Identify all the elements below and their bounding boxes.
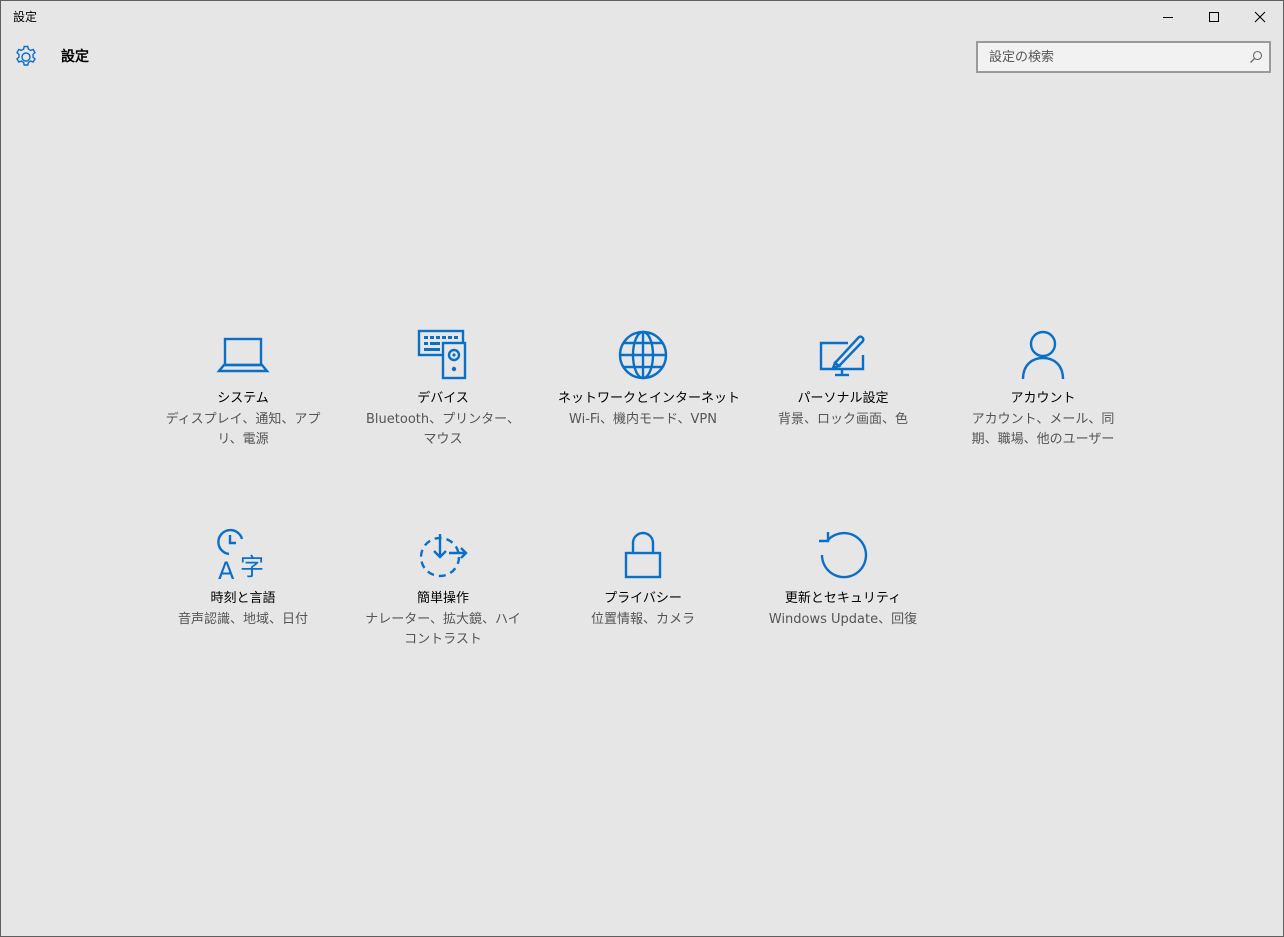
- tile-name: アカウント: [1010, 391, 1076, 406]
- maximize-icon: [1209, 12, 1219, 22]
- tile-accounts[interactable]: アカウント アカウント、メール、同期、職場、他のユーザー: [958, 327, 1128, 450]
- tile-name: パーソナル設定: [797, 391, 889, 406]
- tile-ease-of-access[interactable]: 簡単操作 ナレーター、拡大鏡、ハイコントラスト: [358, 527, 528, 650]
- close-icon: [1254, 11, 1266, 23]
- tile-description: Wi-Fi、機内モード、VPN: [569, 412, 717, 427]
- tile-name: 更新とセキュリティ: [784, 591, 902, 606]
- tile-privacy[interactable]: プライバシー 位置情報、カメラ: [558, 527, 728, 630]
- tile-name: デバイス: [417, 391, 469, 406]
- maximize-button[interactable]: [1191, 1, 1237, 33]
- laptop-icon: [216, 337, 270, 373]
- tile-devices[interactable]: デバイス Bluetooth、プリンター、マウス: [358, 327, 528, 450]
- tile-description: Bluetooth、プリンター、マウス: [366, 412, 520, 447]
- tile-name: プライバシー: [604, 591, 682, 606]
- tile-personalization[interactable]: パーソナル設定 背景、ロック画面、色: [758, 327, 928, 430]
- search-icon[interactable]: [1249, 50, 1263, 64]
- page-title: 設定: [61, 49, 89, 65]
- minimize-icon: [1163, 17, 1173, 18]
- tile-time-language[interactable]: A 字 時刻と言語 音声認識、地域、日付: [158, 527, 328, 630]
- person-icon: [1021, 330, 1065, 380]
- tile-system[interactable]: システム ディスプレイ、通知、アプリ、電源: [158, 327, 328, 450]
- svg-text:字: 字: [240, 553, 264, 581]
- tile-network[interactable]: ネットワークとインターネット Wi-Fi、機内モード、VPN: [558, 327, 741, 430]
- devices-icon: [417, 329, 467, 380]
- gear-icon: [16, 45, 36, 66]
- tile-description: アカウント、メール、同期、職場、他のユーザー: [971, 412, 1115, 447]
- minimize-button[interactable]: [1145, 1, 1191, 33]
- title-bar[interactable]: 設定: [1, 1, 1283, 33]
- svg-text:A: A: [218, 557, 235, 583]
- search-box[interactable]: [976, 41, 1271, 73]
- update-icon: [819, 531, 868, 579]
- ease-of-access-icon: [419, 534, 468, 578]
- tile-description: 音声認識、地域、日付: [177, 612, 308, 627]
- time-language-icon: A 字: [217, 528, 264, 583]
- tile-name: 時刻と言語: [210, 591, 276, 606]
- tile-description: Windows Update、回復: [768, 612, 918, 627]
- tile-update-security[interactable]: 更新とセキュリティ Windows Update、回復: [758, 527, 928, 630]
- globe-icon: [618, 330, 668, 380]
- window-title: 設定: [13, 10, 38, 24]
- lock-icon: [624, 531, 662, 579]
- tile-name: 簡単操作: [416, 591, 469, 606]
- close-button[interactable]: [1237, 1, 1283, 33]
- page-header: 設定: [1, 33, 1283, 81]
- tile-name: システム: [217, 391, 269, 406]
- tile-description: 位置情報、カメラ: [590, 612, 695, 627]
- personalization-icon: [819, 335, 865, 377]
- settings-window: 設定 設定 システ: [0, 0, 1284, 937]
- tile-description: ディスプレイ、通知、アプリ、電源: [165, 412, 321, 447]
- search-input[interactable]: [978, 43, 1249, 71]
- tile-description: 背景、ロック画面、色: [777, 412, 908, 427]
- tile-description: ナレーター、拡大鏡、ハイコントラスト: [365, 612, 521, 647]
- tile-name: ネットワークとインターネット: [558, 391, 741, 406]
